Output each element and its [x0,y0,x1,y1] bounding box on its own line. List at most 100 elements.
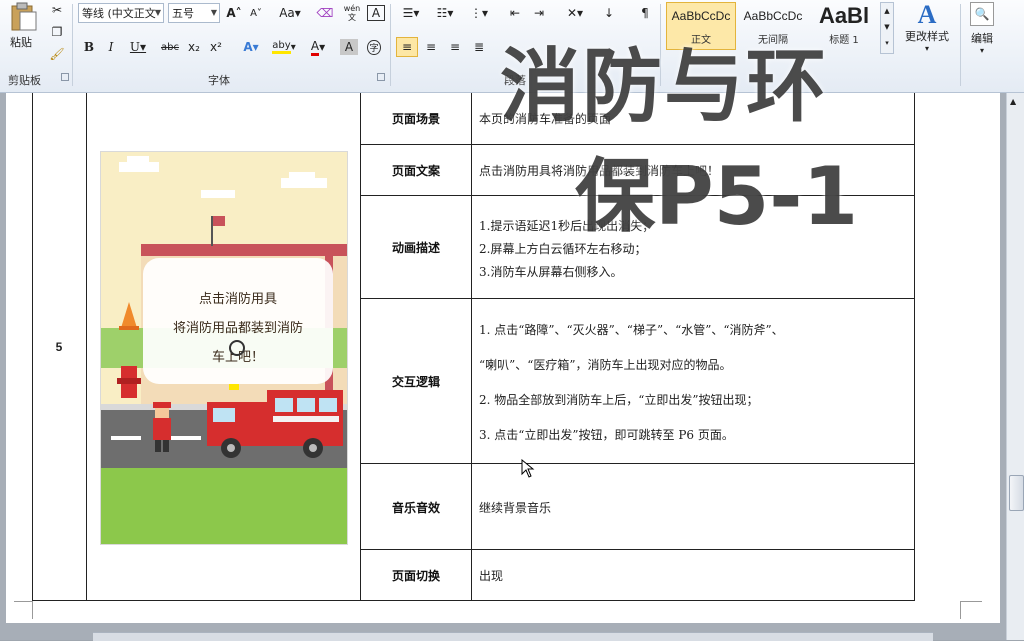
margin-mark [32,601,33,619]
strikethrough-button[interactable]: abc [158,37,182,57]
copy-icon[interactable]: ❐ [48,22,66,42]
italic-icon: I [108,40,114,54]
bold-button[interactable]: B [80,37,98,57]
label-page-scene: 页面场景 [391,112,440,126]
font-launcher[interactable] [377,73,385,81]
chinese-layout-icon[interactable]: ✕▾ [560,3,590,23]
highlight-icon: aby [272,40,291,54]
font-color-icon: A [310,39,320,56]
label-interaction: 交互逻辑 [391,375,440,389]
change-styles-label: 更改样式 [905,30,949,43]
shrink-font-button[interactable]: A ˅ [246,3,266,23]
paste-button[interactable]: 粘贴 [6,2,42,54]
label-page-copy: 页面文案 [391,164,440,178]
pinyin-guide-button[interactable]: wén 文 [340,3,364,23]
show-marks-icon[interactable]: ¶ [634,3,656,23]
mouse-cursor-icon [229,340,245,356]
change-styles-icon: A [917,0,937,29]
table-border [360,549,915,550]
font-size-dropdown[interactable]: 五号 ▼ [168,3,220,23]
transition-text: 出现 [479,569,504,583]
clear-format-icon[interactable]: ⌫ [314,3,336,23]
row-number: 5 [55,340,63,354]
highlight-button[interactable]: aby ▾ [268,37,300,57]
font-group-label: 字体 [208,74,230,87]
chevron-down-icon: ▾ [979,46,984,55]
table-border [86,93,87,601]
scrollbar-thumb[interactable] [1009,475,1024,511]
enclose-char-button[interactable]: 字 [364,37,384,57]
align-left-icon[interactable]: ≡ [396,37,418,57]
sort-icon[interactable]: ↓ [598,3,620,23]
enclose-char-icon: 字 [367,39,381,55]
font-name-value: 等线 (中文正文 [82,7,156,20]
interaction-line: 1. 点击“路障”、“灭火器”、“梯子”、“水管”、“消防斧”、 [479,323,784,337]
vertical-scrollbar[interactable]: ▲ [1006,93,1024,640]
increase-indent-icon[interactable]: ⇥ [528,3,550,23]
grow-font-button[interactable]: A ˄ [224,3,244,23]
numbering-icon[interactable]: ☷▾ [430,3,460,23]
shrink-font-icon: A [250,7,257,19]
text-effects-icon: A [243,40,253,54]
bubble-line: 点击消防用具 [198,292,277,307]
underline-icon: U [129,40,141,54]
margin-mark [960,601,982,602]
font-name-dropdown[interactable]: 等线 (中文正文 ▼ [78,3,164,23]
grow-font-icon: A [226,6,236,20]
format-painter-icon[interactable]: 🖌 [48,44,66,64]
label-transition: 页面切换 [391,569,440,583]
align-right-icon[interactable]: ≡ [444,37,466,57]
font-color-button[interactable]: A ▾ [304,37,332,57]
bold-icon: B [83,40,95,54]
decrease-indent-icon[interactable]: ⇤ [504,3,526,23]
underline-button[interactable]: U ▾ [124,37,152,57]
char-shading-button[interactable]: A [340,39,358,55]
separator [390,4,391,86]
label-music: 音乐音效 [391,501,440,515]
editing-label: 编辑 [971,32,993,45]
multilevel-list-icon[interactable]: ⋮▾ [464,3,494,23]
table-border [914,93,915,601]
interaction-line: “喇叭”、“医疗箱”，消防车上出现对应的物品。 [479,358,732,372]
table-border [360,298,915,299]
table-border [32,600,915,601]
scroll-up-icon[interactable]: ▲ [1010,97,1016,106]
bubble-line: 将消防用品都装到消防 [172,321,303,336]
clipboard-group-label: 剪贴板 [8,74,41,87]
arrow-cursor-icon [521,459,535,478]
change-case-button[interactable]: Aa ▾ [276,3,304,23]
subscript-button[interactable]: x₂ [184,37,204,57]
table-border [471,93,472,601]
char-shading-icon: A [344,40,354,54]
char-border-icon: A [371,6,381,20]
italic-button[interactable]: I [102,37,120,57]
text-effects-button[interactable]: A ▾ [238,37,264,57]
subscript-icon: x₂ [188,40,200,54]
justify-icon[interactable]: ≣ [468,37,490,57]
separator [960,4,961,86]
watermark-line-1: 消防与环 [500,40,828,133]
clipboard-launcher[interactable] [61,73,69,81]
align-center-icon[interactable]: ≡ [420,37,442,57]
paste-icon [11,2,37,31]
bullets-icon[interactable]: ☰▾ [396,3,426,23]
chevron-down-icon: ▾ [924,44,929,53]
change-case-icon: Aa [279,6,295,20]
margin-mark [14,601,32,602]
strikethrough-icon: abc [161,41,179,53]
char-border-button[interactable]: A [367,5,385,21]
cut-icon[interactable]: ✂ [48,0,66,20]
styles-scroll[interactable]: ▲ ▼ ▾ [880,2,894,54]
interaction-line: 2. 物品全部放到消防车上后，“立即出发”按钮出现； [479,393,759,407]
pinyin-guide-icon: wén [343,4,361,13]
superscript-button[interactable]: x² [206,37,226,57]
change-styles-button[interactable]: A 更改样式 ▾ [898,0,956,68]
editing-button[interactable]: 🔍 编辑 ▾ [964,0,1000,68]
table-border [360,463,915,464]
editing-icon: 🔍 [970,2,994,26]
label-animation: 动画描述 [391,241,440,255]
music-text: 继续背景音乐 [479,501,552,515]
page-illustration[interactable]: 点击消防用具 将消防用品都装到消防 车上吧！ [100,151,348,545]
paste-label: 粘贴 [10,36,32,49]
watermark-line-2: 保P5-1 [575,150,859,243]
